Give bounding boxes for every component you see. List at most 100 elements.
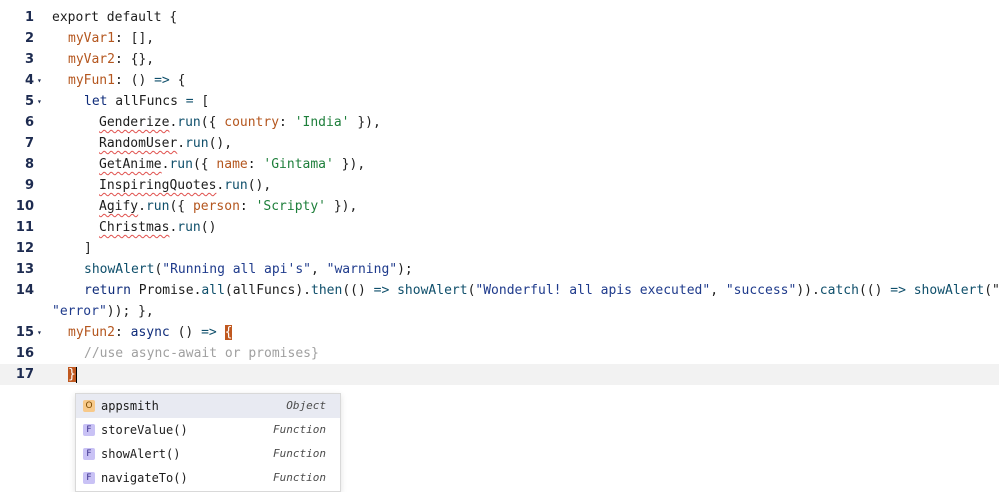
code-token: showAlert (913, 283, 985, 298)
code-text[interactable]: export default { (52, 7, 177, 28)
code-line[interactable]: 16 //use async-await or promises} (0, 343, 999, 364)
code-token: showAlert (84, 262, 155, 277)
code-token: myVar2 (68, 52, 115, 67)
code-text[interactable]: let allFuncs = [ (84, 91, 209, 112)
code-token: => (201, 325, 217, 340)
code-token: : {}, (114, 52, 155, 67)
code-line[interactable]: 5 ▾ let allFuncs = [ (0, 91, 999, 112)
line-number: 16 (15, 346, 34, 361)
code-token: "error" (52, 304, 107, 319)
code-token: ({ (192, 157, 217, 172)
code-token: myVar1 (68, 31, 115, 46)
code-token: 'Gintama' (263, 157, 334, 172)
function-type-icon: F (83, 424, 95, 436)
code-token: : () (114, 73, 155, 88)
function-type-icon: F (83, 472, 95, 484)
line-number: 8 (24, 157, 34, 172)
code-line[interactable]: 14 return Promise.all(allFuncs).then(() … (0, 280, 999, 301)
code-token: : (239, 199, 256, 214)
fold-toggle-icon[interactable]: ▾ (37, 322, 45, 343)
code-line[interactable]: 15 ▾ myFun2: async () => { (0, 322, 999, 343)
code-comment[interactable]: //use async-await or promises} (84, 343, 319, 364)
code-text[interactable]: myVar1: [], (68, 28, 154, 49)
line-number: 9 (24, 178, 34, 193)
line-number: 7 (24, 136, 34, 151)
code-token: ] (84, 241, 92, 256)
line-number: 2 (24, 31, 34, 46)
code-token: "warning" (326, 262, 398, 277)
line-number: 10 (15, 199, 34, 214)
line-number: 4 (24, 73, 34, 88)
code-token: then (311, 283, 343, 298)
code-token: => (890, 283, 906, 298)
code-token: run (177, 220, 201, 235)
code-text[interactable]: RandomUser.run(), (99, 133, 232, 154)
code-text[interactable]: myFun2: async () => { (68, 322, 233, 343)
code-token: let (84, 94, 108, 109)
code-token: 'Scripty' (255, 199, 327, 214)
code-token: : (279, 115, 295, 130)
code-token: myFun2 (68, 325, 115, 340)
code-text[interactable]: InspiringQuotes.run(), (99, 175, 271, 196)
line-number: 12 (15, 241, 34, 256)
code-line[interactable]: 9 InspiringQuotes.run(), (0, 175, 999, 196)
code-line[interactable]: 6 Genderize.run({ country: 'India' }), (0, 112, 999, 133)
code-line[interactable]: 3 myVar2: {}, (0, 49, 999, 70)
autocomplete-item-showalert[interactable]: F showAlert() Function (76, 442, 340, 466)
matching-bracket-highlight: { (224, 325, 233, 340)
line-number: 17 (15, 367, 34, 382)
code-token: Promise. (130, 283, 202, 298)
code-line[interactable]: 13 showAlert("Running all api's", "warni… (0, 259, 999, 280)
code-text[interactable]: "error")); }, (52, 301, 154, 322)
line-number: 14 (15, 283, 34, 298)
code-token: "Running all api's" (162, 262, 311, 277)
code-token: Agify (99, 199, 139, 214)
code-text[interactable]: Genderize.run({ country: 'India' }), (99, 112, 381, 133)
code-token: export default { (52, 10, 178, 25)
autocomplete-item-name: appsmith (101, 399, 159, 413)
code-token: run (169, 157, 193, 172)
autocomplete-item-appsmith[interactable]: O appsmith Object (76, 394, 340, 418)
fold-toggle-icon[interactable]: ▾ (37, 70, 45, 91)
code-text[interactable]: Christmas.run() (99, 217, 216, 238)
fold-toggle-icon[interactable]: ▾ (37, 91, 45, 112)
autocomplete-item-name: showAlert() (101, 447, 181, 461)
code-line[interactable]: 8 GetAnime.run({ name: 'Gintama' }), (0, 154, 999, 175)
code-token: ({ (200, 115, 225, 130)
code-text[interactable]: GetAnime.run({ name: 'Gintama' }), (99, 154, 365, 175)
code-text[interactable]: showAlert("Running all api's", "warning"… (84, 259, 413, 280)
code-token: (allFuncs). (224, 283, 311, 298)
autocomplete-item-navigateto[interactable]: F navigateTo() Function (76, 466, 340, 490)
code-token: { (169, 73, 186, 88)
autocomplete-item-name: navigateTo() (101, 471, 188, 485)
code-line[interactable]: 10 Agify.run({ person: 'Scripty' }), (0, 196, 999, 217)
code-token: () (169, 325, 202, 340)
code-token: run (145, 199, 170, 214)
object-type-icon: O (83, 400, 95, 412)
code-line[interactable]: 2 myVar1: [], (0, 28, 999, 49)
code-text[interactable]: return Promise.all(allFuncs).then(() => … (84, 280, 999, 301)
code-line[interactable]: 12 ] (0, 238, 999, 259)
code-line[interactable]: 7 RandomUser.run(), (0, 133, 999, 154)
code-line-wrapped[interactable]: "error")); }, (0, 301, 999, 322)
code-token: [ (193, 94, 210, 109)
code-text[interactable]: ] (84, 238, 92, 259)
code-token: person (192, 199, 240, 214)
code-line[interactable]: 4 ▾ myFun1: () => { (0, 70, 999, 91)
text-cursor (75, 366, 77, 383)
code-token: (() (858, 283, 891, 298)
code-text[interactable]: myVar2: {}, (68, 49, 154, 70)
autocomplete-dropdown[interactable]: O appsmith Object F storeValue() Functio… (75, 393, 341, 492)
code-text[interactable]: myFun1: () => { (68, 70, 185, 91)
autocomplete-item-storevalue[interactable]: F storeValue() Function (76, 418, 340, 442)
function-type-icon: F (83, 448, 95, 460)
code-line[interactable]: 11 Christmas.run() (0, 217, 999, 238)
code-editor[interactable]: 1 export default { 2 myVar1: [], 3 myVar… (0, 0, 999, 492)
code-line-active[interactable]: 17 } (0, 364, 999, 385)
code-line[interactable]: 1 export default { (0, 7, 999, 28)
code-text[interactable]: } (68, 364, 77, 385)
code-token: run (185, 136, 209, 151)
code-text[interactable]: Agify.run({ person: 'Scripty' }), (99, 196, 357, 217)
